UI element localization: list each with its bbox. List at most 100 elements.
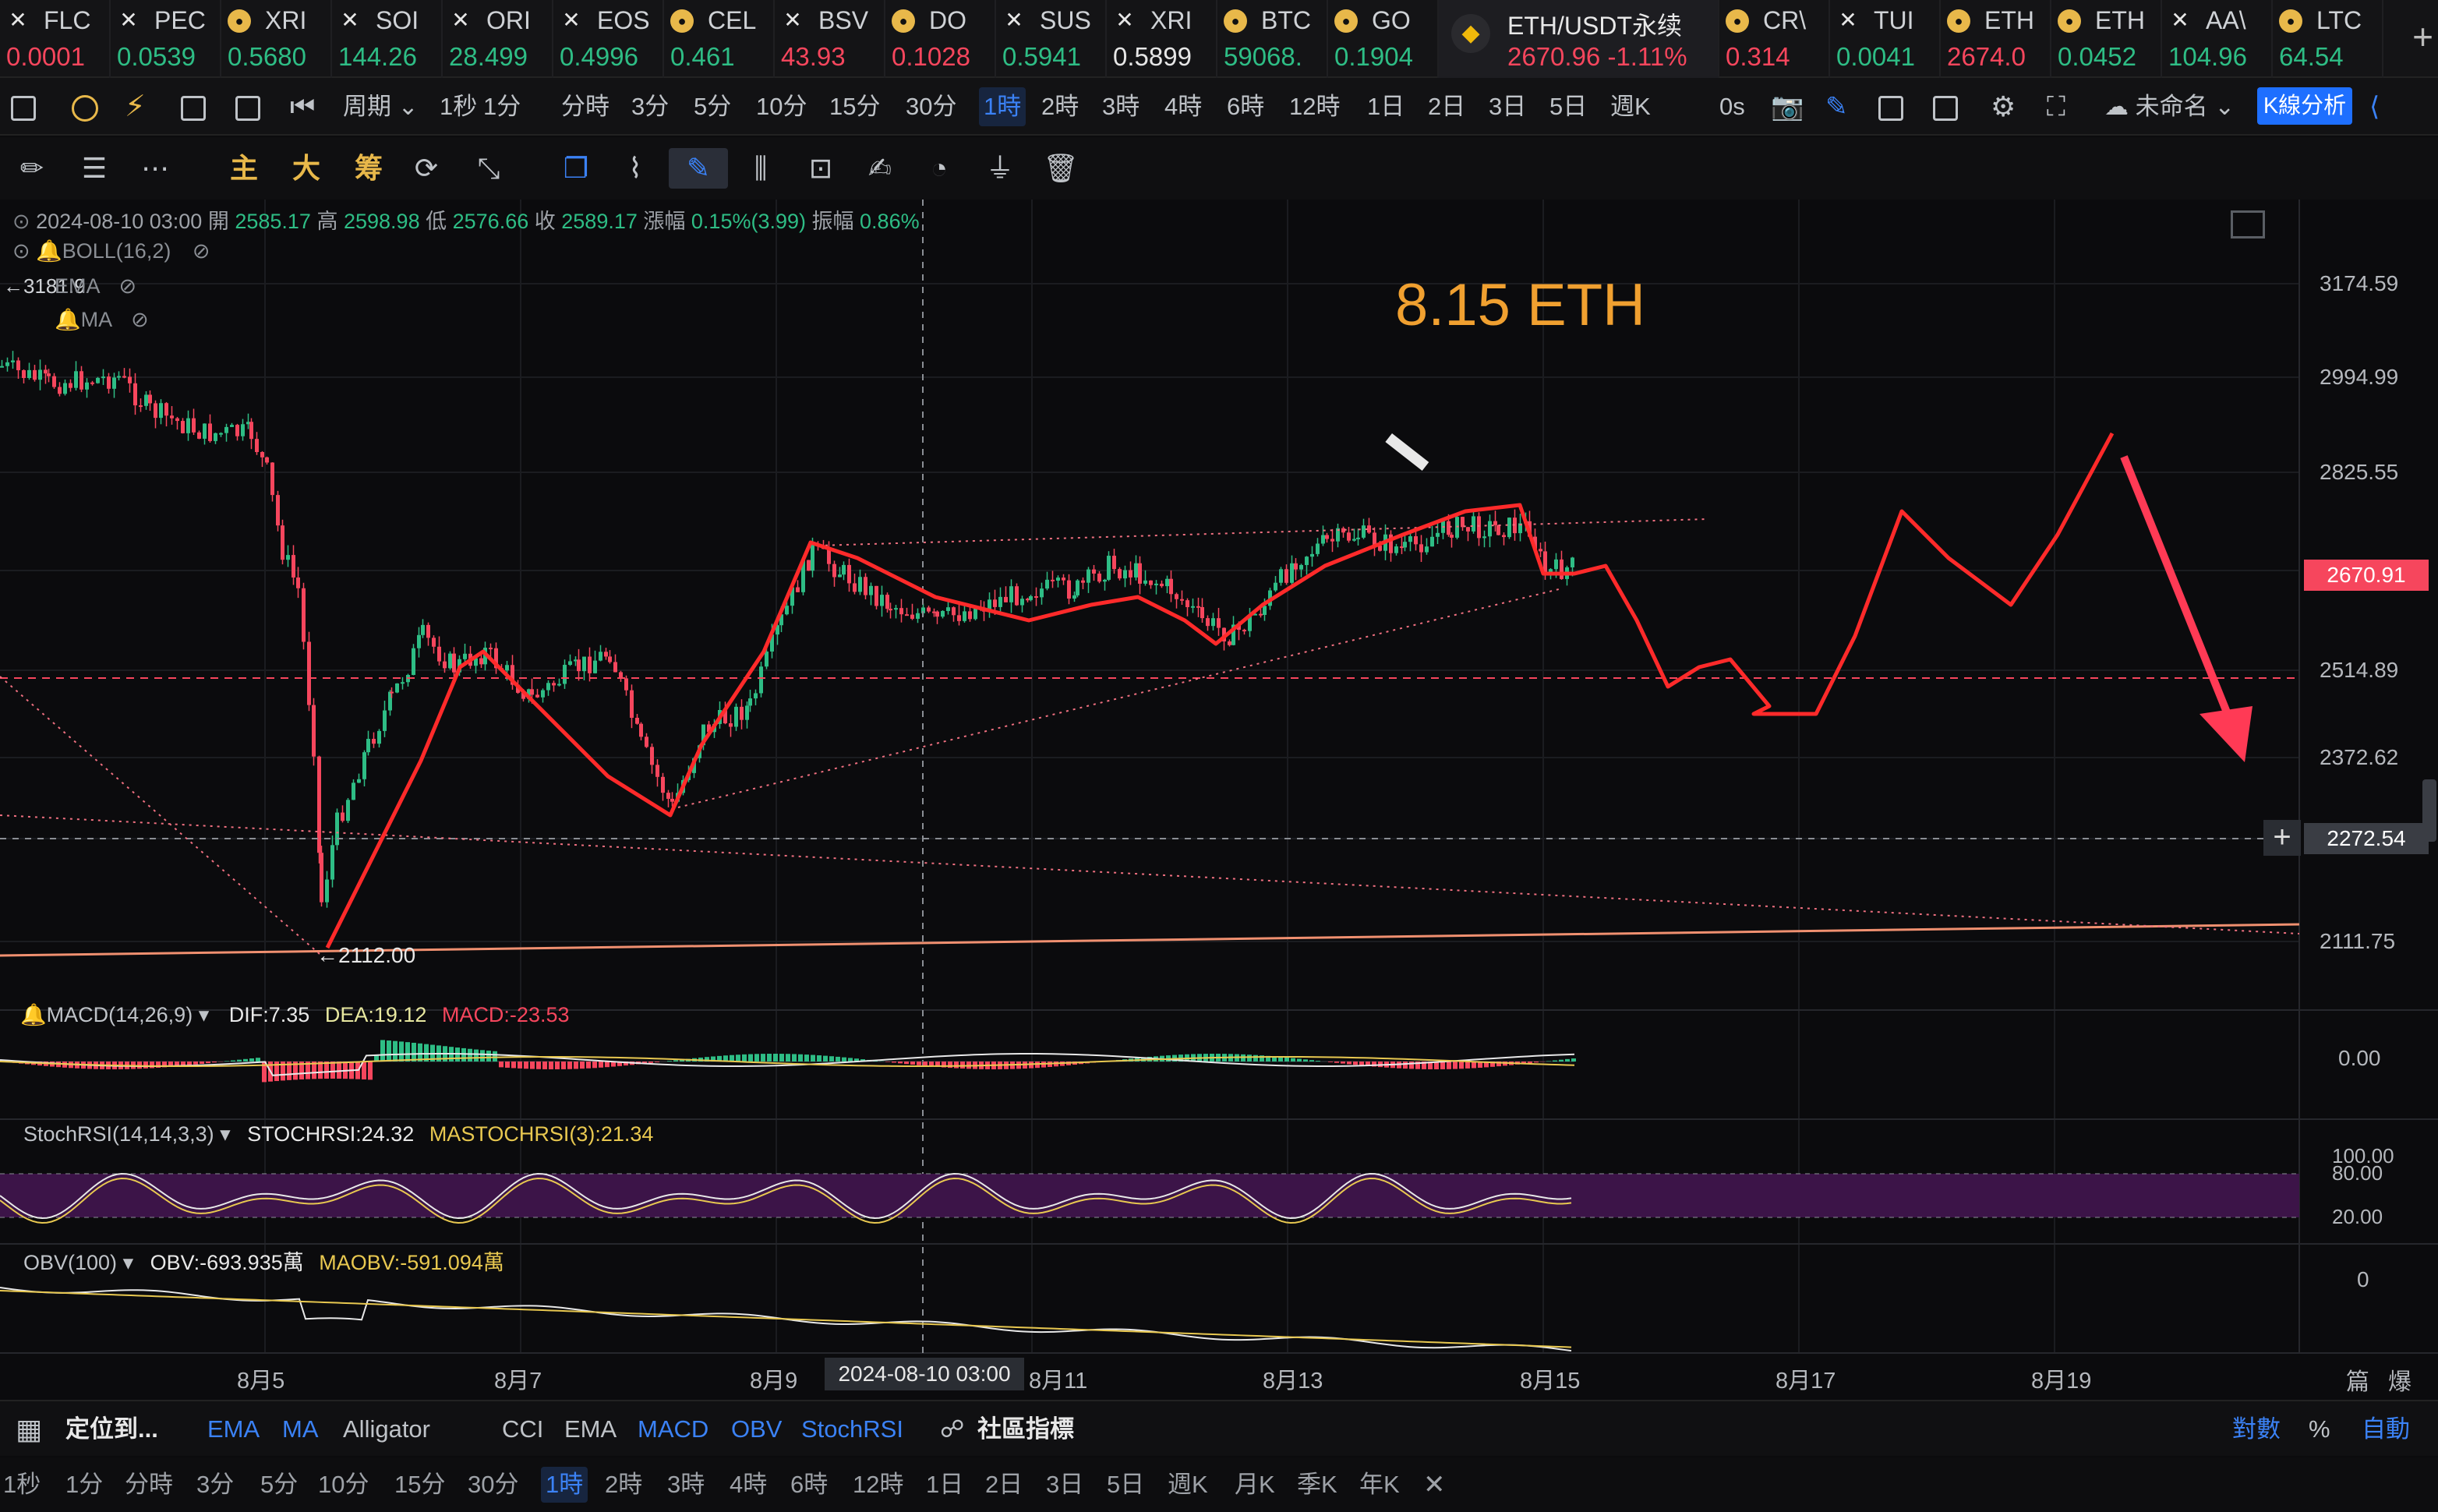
coin-icon[interactable] [72,87,98,126]
ticker-item[interactable]: ✕ SUS 0.5941 [996,0,1107,78]
stochrsi-header[interactable]: StochRSI(14,14,3,3) ▾ STOCHRSI:24.32 MAS… [23,1122,653,1146]
ticker-item[interactable]: ✕ TUI 0.0041 [1830,0,1941,78]
interval-6[interactable]: 15分 [829,87,880,126]
layout-icon[interactable] [235,87,260,126]
ticker-item[interactable]: ● DO 0.1028 [885,0,996,78]
ind-ema2[interactable]: EMA [564,1412,617,1447]
lightning-icon[interactable]: ⚡ [125,87,146,126]
chart-type-icon[interactable] [11,87,36,126]
magnet-icon[interactable]: ◔ [918,148,960,189]
bottom-interval-16[interactable]: 3日 [1046,1467,1083,1503]
locate-calendar-icon[interactable]: ▦ [16,1412,42,1447]
trend-tool-icon[interactable]: ⤡ [468,148,510,189]
interval-0[interactable]: 1秒 [440,87,477,126]
bottom-interval-9[interactable]: 2時 [605,1467,642,1503]
bottom-interval-4[interactable]: 5分 [260,1467,298,1503]
ind-ema[interactable]: EMA [207,1412,260,1447]
axis-corner-left[interactable]: 篇 [2346,1362,2369,1397]
ticker-item[interactable]: ● CEL 0.461 [664,0,775,78]
ind-obv[interactable]: OBV [731,1412,782,1447]
bottom-interval-1[interactable]: 1分 [65,1467,103,1503]
community-icon[interactable]: ☍ [940,1412,964,1447]
bottom-interval-14[interactable]: 1日 [926,1467,963,1503]
ticker-item[interactable]: ✕ EOS 0.4996 [553,0,664,78]
bottom-interval-20[interactable]: 季K [1297,1467,1337,1503]
interval-2[interactable]: 分時 [561,87,610,126]
ticker-item[interactable]: ✕ FLC 0.0001 [0,0,111,78]
screenshot-icon[interactable] [1933,87,1958,126]
bottom-interval-17[interactable]: 5日 [1107,1467,1144,1503]
period-dropdown[interactable]: 周期 ⌄ [343,87,419,126]
more-icon[interactable]: ⋯ [134,148,176,189]
replay-icon[interactable]: ⏮ [290,87,315,126]
calendar-icon[interactable] [181,87,206,126]
refresh-icon[interactable]: ⟳ [405,148,447,189]
interval-5[interactable]: 10分 [756,87,807,126]
scale-auto[interactable]: 自動 [2362,1412,2410,1447]
interval-16[interactable]: 3日 [1489,87,1526,126]
ticker-item[interactable]: ✕ BSV 43.93 [775,0,885,78]
bottom-interval-13[interactable]: 12時 [853,1467,903,1503]
ticker-item[interactable]: ✕ PEC 0.0539 [111,0,221,78]
alert-icon[interactable] [1878,87,1903,126]
expand-icon[interactable] [2231,210,2265,238]
big-order-button[interactable]: 大 [285,148,327,189]
side-panel-handle[interactable] [2422,779,2436,842]
community-indicators[interactable]: 社區指標 [977,1412,1074,1447]
fullscreen-icon[interactable]: ⛶ [2047,87,2065,126]
bottom-interval-0[interactable]: 1秒 [3,1467,41,1503]
settings-gear-icon[interactable]: ⚙ [1991,87,2016,126]
ruler-tool-icon[interactable]: ⌇ [614,148,656,189]
axis-corner-right[interactable]: 爆 [2388,1362,2412,1397]
ema-indicator-label[interactable]: EMA ⊘ [55,274,136,299]
boll-indicator-label[interactable]: ⊙ 🔔BOLL(16,2) ⊘ [12,238,210,263]
interval-10[interactable]: 3時 [1102,87,1140,126]
ticker-item[interactable]: ● XRI 0.5680 [221,0,332,78]
add-alert-plus-icon[interactable]: + [2263,820,2301,856]
interval-14[interactable]: 1日 [1367,87,1404,126]
bottom-interval-2[interactable]: 分時 [125,1467,173,1503]
interval-3[interactable]: 3分 [631,87,669,126]
interval-8[interactable]: 1時 [979,87,1026,126]
chip-button[interactable]: 筹 [348,148,390,189]
pen-icon[interactable]: ✎ [1825,87,1848,126]
eye-off-icon[interactable]: ⊘ [119,274,137,298]
scale-log[interactable]: 對數 [2232,1412,2281,1447]
ticker-item[interactable]: ● BTC 59068. [1217,0,1328,78]
ind-ma[interactable]: MA [282,1412,319,1447]
ruler-icon[interactable]: ✏ [11,148,53,189]
interval-9[interactable]: 2時 [1041,87,1079,126]
ind-cci[interactable]: CCI [502,1412,543,1447]
kline-analysis-button[interactable]: K線分析 [2257,87,2352,125]
ticker-item[interactable]: ✕ AA\ 104.96 [2162,0,2273,78]
chart-area[interactable]: ⊙ 2024-08-10 03:00 開 2585.17 高 2598.98 低… [0,200,2438,1400]
bottom-interval-6[interactable]: 15分 [394,1467,445,1503]
ticker-item[interactable]: ● ETH 2674.0 [1941,0,2051,78]
bottom-interval-11[interactable]: 4時 [730,1467,767,1503]
bottom-interval-3[interactable]: 3分 [196,1467,234,1503]
scale-percent[interactable]: % [2309,1412,2330,1447]
bottom-interval-21[interactable]: 年K [1359,1467,1400,1503]
interval-17[interactable]: 5日 [1549,87,1587,126]
brush-tool-icon[interactable]: ✎ [669,148,728,189]
bottom-interval-19[interactable]: 月K [1235,1467,1275,1503]
bottom-interval-15[interactable]: 2日 [985,1467,1023,1503]
interval-11[interactable]: 4時 [1164,87,1202,126]
eye-off-icon[interactable]: ⊘ [193,239,210,263]
ticker-item[interactable]: ● ETH 0.0452 [2051,0,2162,78]
bars-tool-icon[interactable]: ⫼ [737,148,784,189]
macd-header[interactable]: 🔔MACD(14,26,9) ▾ DIF:7.35 DEA:19.12 MACD… [20,1002,570,1027]
bottom-interval-12[interactable]: 6時 [790,1467,828,1503]
interval-15[interactable]: 2日 [1428,87,1465,126]
add-ticker-icon[interactable]: + [2412,16,2433,58]
ticker-item[interactable]: ✕ SOI 144.26 [332,0,443,78]
ticker-item[interactable]: ✕ XRI 0.5899 [1107,0,1217,78]
menu-icon[interactable]: ☰ [73,148,115,189]
lock-icon[interactable]: ⊡ [800,148,842,189]
bottom-interval-10[interactable]: 3時 [667,1467,705,1503]
layout-name-dropdown[interactable]: ☁ 未命名 ⌄ [2104,87,2235,126]
copy-icon[interactable]: ❐ [555,148,597,189]
filter-icon[interactable]: ⏚ [979,148,1021,189]
main-force-button[interactable]: 主 [223,148,265,189]
note-icon[interactable]: ✍ [859,148,901,189]
